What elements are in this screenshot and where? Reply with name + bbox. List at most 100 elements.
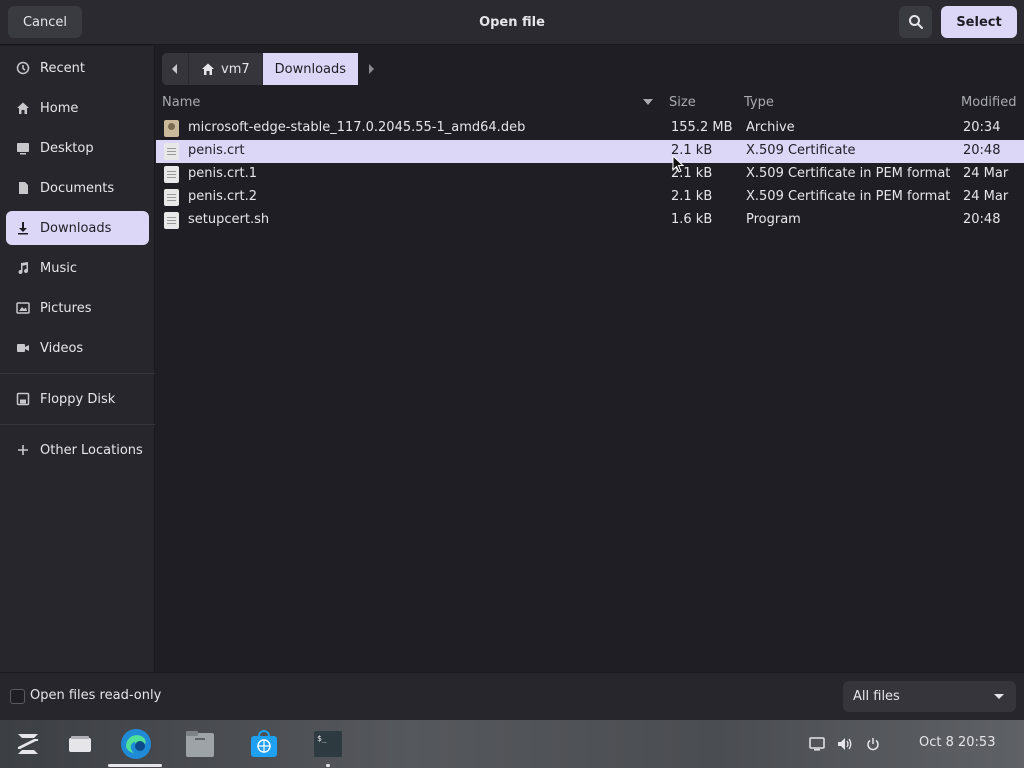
file-modified: 24 Mar: [963, 189, 1009, 204]
column-header-modified[interactable]: Modified: [961, 95, 1016, 110]
file-type: Archive: [746, 120, 795, 135]
music-icon: [16, 261, 30, 275]
table-row[interactable]: setupcert.sh 1.6 kB Program 20:48: [156, 209, 1024, 232]
windows-overview-icon: [69, 736, 91, 752]
sidebar-item-desktop[interactable]: Desktop: [6, 131, 149, 165]
readonly-label[interactable]: Open files read-only: [30, 688, 161, 703]
column-header-size[interactable]: Size: [669, 95, 696, 110]
sidebar-item-floppy-disk[interactable]: Floppy Disk: [6, 382, 149, 416]
desktop-icon: [16, 141, 30, 155]
sidebar-item-label: Music: [40, 260, 77, 276]
edge-browser-launcher[interactable]: [119, 727, 153, 761]
terminal-icon: $_: [314, 731, 342, 757]
breadcrumb-label: vm7: [221, 61, 250, 77]
sidebar-item-label: Other Locations: [40, 442, 143, 458]
chevron-down-icon: [994, 694, 1004, 699]
file-modified: 24 Mar: [963, 166, 1009, 181]
file-name: penis.crt.1: [188, 166, 257, 181]
sidebar-item-pictures[interactable]: Pictures: [6, 291, 149, 325]
select-button[interactable]: Select: [941, 6, 1017, 38]
workspaces-button[interactable]: [63, 727, 97, 761]
video-icon: [16, 341, 30, 355]
sidebar-divider: [0, 373, 155, 374]
text-file-icon: [164, 189, 179, 206]
chevron-right-icon: [369, 64, 375, 74]
file-type: Program: [746, 212, 801, 227]
terminal-launcher[interactable]: $_: [311, 727, 345, 761]
sidebar-item-label: Recent: [40, 60, 85, 76]
cancel-button[interactable]: Cancel: [8, 6, 82, 38]
file-modified: 20:48: [963, 212, 1001, 227]
table-row[interactable]: microsoft-edge-stable_117.0.2045.55-1_am…: [156, 117, 1024, 140]
column-header-name[interactable]: Name: [162, 95, 200, 110]
software-store-launcher[interactable]: [247, 727, 281, 761]
plus-icon: [16, 443, 30, 457]
file-type: X.509 Certificate in PEM format: [746, 166, 951, 181]
file-size: 1.6 kB: [671, 212, 713, 227]
table-row[interactable]: penis.crt.2 2.1 kB X.509 Certificate in …: [156, 186, 1024, 209]
breadcrumb-home[interactable]: vm7: [188, 53, 262, 85]
path-bar: vm7 Downloads: [162, 53, 384, 85]
path-forward-button[interactable]: [358, 53, 384, 85]
file-size: 155.2 MB: [671, 120, 733, 135]
floppy-icon: [16, 392, 30, 406]
home-icon: [201, 62, 215, 76]
sort-descending-icon[interactable]: [643, 99, 653, 105]
svg-text:$_: $_: [317, 734, 327, 743]
power-icon[interactable]: [864, 735, 882, 753]
sidebar-divider: [0, 424, 155, 425]
files-launcher[interactable]: [183, 727, 217, 761]
sidebar-item-music[interactable]: Music: [6, 251, 149, 285]
edge-browser-icon: [121, 729, 151, 759]
column-headers: Name Size Type Modified: [156, 93, 1024, 113]
text-file-icon: [164, 166, 179, 183]
breadcrumb-downloads[interactable]: Downloads: [261, 53, 359, 85]
display-icon[interactable]: [808, 735, 826, 753]
active-app-indicator: [108, 764, 162, 767]
picture-icon: [16, 301, 30, 315]
taskbar-clock[interactable]: Oct 8 20:53: [919, 735, 995, 750]
sidebar-item-label: Documents: [40, 180, 115, 196]
path-back-button[interactable]: [162, 53, 188, 85]
home-icon: [16, 101, 30, 115]
header-bar: [0, 0, 1024, 45]
column-header-type[interactable]: Type: [744, 95, 774, 110]
search-button[interactable]: [899, 6, 932, 38]
document-icon: [16, 181, 30, 195]
sidebar-item-label: Downloads: [40, 220, 112, 236]
volume-icon[interactable]: [836, 735, 854, 753]
sidebar-item-documents[interactable]: Documents: [6, 171, 149, 205]
filter-value: All files: [853, 689, 900, 704]
sidebar-item-other-locations[interactable]: Other Locations: [6, 433, 149, 467]
file-name: penis.crt: [188, 143, 245, 158]
readonly-checkbox[interactable]: [10, 689, 25, 704]
running-app-indicator: [326, 764, 330, 767]
zorin-logo-icon: [18, 734, 38, 754]
sidebar-item-label: Desktop: [40, 140, 94, 156]
breadcrumb-label: Downloads: [274, 61, 347, 77]
script-file-icon: [164, 212, 179, 229]
sidebar-item-home[interactable]: Home: [6, 91, 149, 125]
sidebar-item-label: Home: [40, 100, 79, 116]
file-name: setupcert.sh: [188, 212, 270, 227]
text-file-icon: [164, 143, 179, 160]
file-manager-icon: [186, 731, 214, 757]
chevron-left-icon: [172, 64, 177, 74]
file-name: microsoft-edge-stable_117.0.2045.55-1_am…: [188, 120, 526, 135]
zorin-menu-button[interactable]: [11, 727, 45, 761]
table-row[interactable]: penis.crt.1 2.1 kB X.509 Certificate in …: [156, 163, 1024, 186]
file-list: Name Size Type Modified microsoft-edge-s…: [156, 93, 1024, 672]
file-type: X.509 Certificate in PEM format: [746, 189, 951, 204]
file-type: X.509 Certificate: [746, 143, 856, 158]
clock-icon: [16, 61, 30, 75]
sidebar-item-label: Floppy Disk: [40, 391, 116, 407]
download-icon: [16, 221, 30, 235]
sidebar-item-downloads[interactable]: Downloads: [6, 211, 149, 245]
table-row[interactable]: penis.crt 2.1 kB X.509 Certificate 20:48: [156, 140, 1024, 163]
sidebar-item-videos[interactable]: Videos: [6, 331, 149, 365]
sidebar-item-recent[interactable]: Recent: [6, 51, 149, 85]
file-modified: 20:34: [963, 120, 1001, 135]
software-store-icon: [251, 730, 277, 757]
file-modified: 20:48: [963, 143, 1001, 158]
file-type-filter-dropdown[interactable]: All files: [843, 681, 1016, 712]
